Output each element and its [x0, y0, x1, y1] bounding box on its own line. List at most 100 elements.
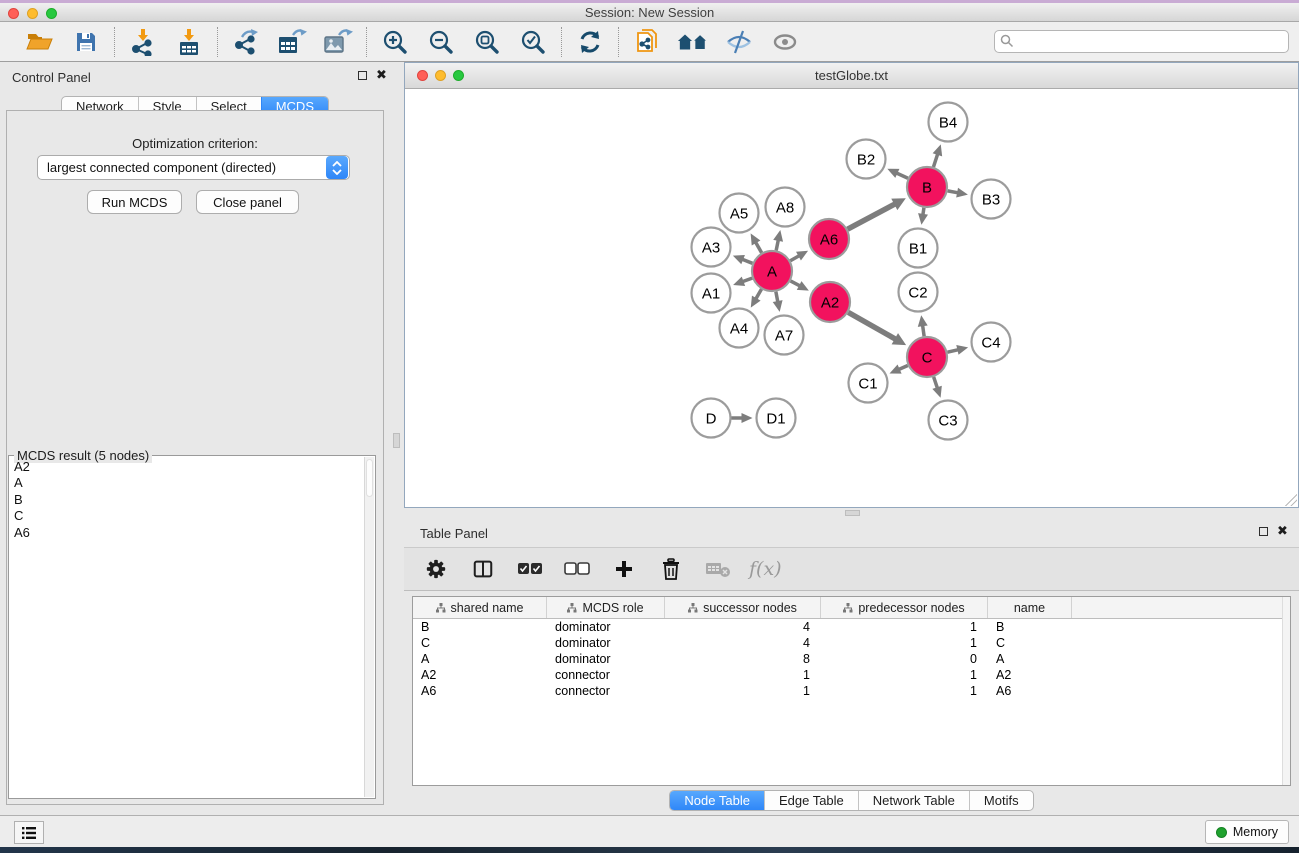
search-input[interactable]	[994, 30, 1289, 53]
graph-edge-b-b1[interactable]	[923, 208, 924, 215]
cell-mcds-role[interactable]: connector	[547, 683, 665, 699]
graph-edge-a-a2[interactable]	[791, 281, 800, 286]
table-row[interactable]: A2connector11A2	[413, 667, 1290, 683]
result-item-b[interactable]: B	[10, 492, 364, 508]
zoom-in-icon[interactable]	[379, 26, 411, 58]
table-row[interactable]: Bdominator41B	[413, 619, 1290, 635]
save-session-icon[interactable]	[70, 26, 102, 58]
close-panel-button[interactable]: Close panel	[196, 190, 299, 214]
cell-name[interactable]: A	[988, 651, 1072, 667]
export-network-icon[interactable]	[230, 26, 262, 58]
show-graphics-details-icon[interactable]	[769, 26, 801, 58]
cell-successor-nodes[interactable]: 4	[665, 635, 821, 651]
column-header-predecessor-nodes[interactable]: predecessor nodes	[821, 597, 988, 618]
cell-mcds-role[interactable]: dominator	[547, 651, 665, 667]
close-panel-icon[interactable]: ✖	[376, 67, 387, 83]
cell-predecessor-nodes[interactable]: 1	[821, 635, 988, 651]
float-panel-icon[interactable]	[358, 71, 367, 80]
cell-shared-name[interactable]: A2	[413, 667, 547, 683]
cell-shared-name[interactable]: A	[413, 651, 547, 667]
close-panel-icon[interactable]: ✖	[1277, 523, 1288, 539]
graph-edge-c-c1[interactable]	[899, 365, 908, 369]
float-panel-icon[interactable]	[1259, 527, 1268, 536]
criterion-select[interactable]: largest connected component (directed)	[37, 155, 350, 180]
table-scrollbar[interactable]	[1282, 597, 1290, 785]
table-row[interactable]: Adominator80A	[413, 651, 1290, 667]
graph-edge-c-c2[interactable]	[923, 325, 925, 336]
select-all-columns-icon[interactable]	[514, 553, 546, 585]
graph-edge-b-b4[interactable]	[933, 154, 937, 167]
cell-successor-nodes[interactable]: 1	[665, 667, 821, 683]
task-history-button[interactable]	[14, 821, 44, 844]
graph-edge-a-a4[interactable]	[756, 289, 762, 299]
network-window-titlebar[interactable]: testGlobe.txt	[405, 63, 1298, 89]
horizontal-splitter[interactable]	[404, 508, 1299, 518]
graph-edge-a6-b[interactable]	[848, 204, 896, 229]
graph-edge-c-c4[interactable]	[947, 350, 958, 353]
result-item-a[interactable]: A	[10, 475, 364, 491]
network-canvas[interactable]: B4B2BB3B1A5A8A6A3AA1A2C2A4A7C4CC1C3DD1	[405, 90, 1298, 507]
cell-name[interactable]: B	[988, 619, 1072, 635]
graph-edge-c-c3[interactable]	[934, 377, 938, 388]
unselect-all-columns-icon[interactable]	[561, 553, 593, 585]
open-session-icon[interactable]	[24, 26, 56, 58]
splitter-grip[interactable]	[845, 510, 860, 516]
refresh-styles-icon[interactable]	[574, 26, 606, 58]
hide-graphics-details-icon[interactable]	[723, 26, 755, 58]
table-row[interactable]: A6connector11A6	[413, 683, 1290, 699]
zoom-out-icon[interactable]	[425, 26, 457, 58]
cell-predecessor-nodes[interactable]: 1	[821, 667, 988, 683]
result-scrollbar[interactable]	[364, 457, 374, 797]
graph-edge-a-a7[interactable]	[776, 292, 778, 302]
tab-edge-table[interactable]: Edge Table	[764, 791, 858, 810]
cell-shared-name[interactable]: B	[413, 619, 547, 635]
cell-successor-nodes[interactable]: 4	[665, 619, 821, 635]
cell-predecessor-nodes[interactable]: 0	[821, 651, 988, 667]
column-header-shared-name[interactable]: shared name	[413, 597, 547, 618]
tab-network-table[interactable]: Network Table	[858, 791, 969, 810]
column-header-successor-nodes[interactable]: successor nodes	[665, 597, 821, 618]
cell-name[interactable]: A6	[988, 683, 1072, 699]
export-image-icon[interactable]	[322, 26, 354, 58]
show-columns-icon[interactable]	[467, 553, 499, 585]
apply-layout-icon[interactable]	[677, 26, 709, 58]
cell-shared-name[interactable]: A6	[413, 683, 547, 699]
graph-edge-a2-c[interactable]	[848, 312, 895, 339]
new-network-from-file-icon[interactable]	[631, 26, 663, 58]
node-table[interactable]: shared nameMCDS rolesuccessor nodesprede…	[412, 596, 1291, 786]
cell-successor-nodes[interactable]: 8	[665, 651, 821, 667]
cell-name[interactable]: A2	[988, 667, 1072, 683]
cell-shared-name[interactable]: C	[413, 635, 547, 651]
column-header-name[interactable]: name	[988, 597, 1072, 618]
cell-mcds-role[interactable]: dominator	[547, 635, 665, 651]
graph-edge-b-b2[interactable]	[896, 173, 907, 178]
graph-edge-a-a1[interactable]	[743, 278, 753, 282]
tab-motifs[interactable]: Motifs	[969, 791, 1033, 810]
graph-edge-a-a5[interactable]	[756, 242, 762, 253]
zoom-fit-icon[interactable]	[471, 26, 503, 58]
vertical-splitter[interactable]	[390, 62, 404, 815]
import-table-icon[interactable]	[173, 26, 205, 58]
export-table-icon[interactable]	[276, 26, 308, 58]
run-mcds-button[interactable]: Run MCDS	[87, 190, 182, 214]
table-row[interactable]: Cdominator41C	[413, 635, 1290, 651]
cell-mcds-role[interactable]: dominator	[547, 619, 665, 635]
graph-edge-a-a6[interactable]	[790, 256, 799, 261]
result-item-c[interactable]: C	[10, 508, 364, 524]
memory-button[interactable]: Memory	[1205, 820, 1289, 844]
delete-column-icon[interactable]	[655, 553, 687, 585]
create-column-icon[interactable]	[608, 553, 640, 585]
graph-edge-a-a8[interactable]	[776, 240, 778, 251]
result-item-a6[interactable]: A6	[10, 525, 364, 541]
cell-mcds-role[interactable]: connector	[547, 667, 665, 683]
splitter-grip[interactable]	[393, 433, 400, 448]
import-network-icon[interactable]	[127, 26, 159, 58]
resize-grip-icon[interactable]	[1285, 494, 1297, 506]
zoom-selected-icon[interactable]	[517, 26, 549, 58]
cell-name[interactable]: C	[988, 635, 1072, 651]
table-settings-gear-icon[interactable]	[420, 553, 452, 585]
tab-node-table[interactable]: Node Table	[670, 791, 764, 810]
result-item-a2[interactable]: A2	[10, 459, 364, 475]
graph-edge-b-b3[interactable]	[948, 191, 958, 193]
cell-successor-nodes[interactable]: 1	[665, 683, 821, 699]
